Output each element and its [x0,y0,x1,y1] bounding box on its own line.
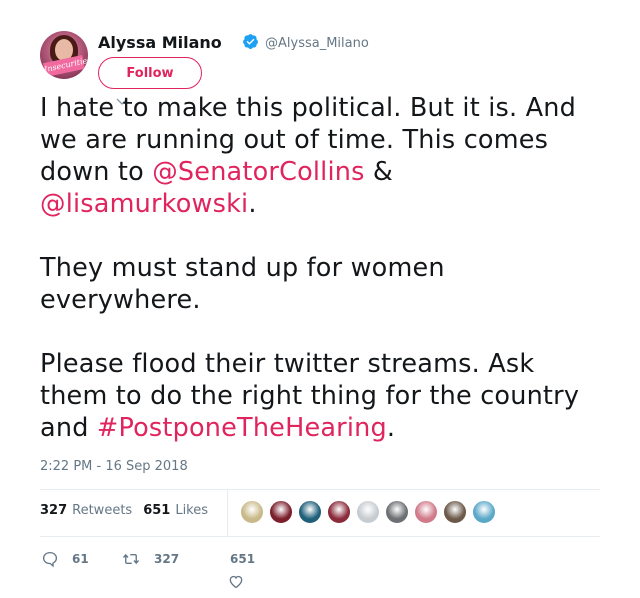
reply-action[interactable]: 61 [40,550,89,568]
mention-link[interactable]: @lisamurkowski [40,189,248,219]
retweet-count: 327 [154,552,180,566]
tweet-text-segment: They must stand up for women everywhere. [40,253,445,315]
tweet-paragraph: They must stand up for women everywhere. [40,252,610,316]
mention-link[interactable]: @SenatorCollins [152,157,364,187]
liker-avatar[interactable] [443,500,467,524]
liker-avatar[interactable] [385,500,409,524]
author-name[interactable]: Alyssa Milano [98,33,222,52]
tweet-timestamp[interactable]: 2:22 PM - 16 Sep 2018 [40,459,188,474]
tweet-card: Insecurities Alyssa Milano @Alyssa_Milan… [0,0,640,598]
avatar-badge: Insecurities [42,54,88,78]
author-avatar[interactable]: Insecurities [40,31,88,79]
reply-icon [42,551,58,568]
liker-avatar[interactable] [327,500,351,524]
stats-separator [227,490,228,536]
hashtag-link[interactable]: #PostponeTheHearing [97,413,387,443]
verified-badge-icon [243,34,258,49]
liker-avatar[interactable] [298,500,322,524]
follow-button[interactable]: Follow [98,57,202,89]
likes-count: 651 [143,503,171,518]
liker-avatar[interactable] [414,500,438,524]
liker-avatar[interactable] [472,500,496,524]
like-action[interactable]: 651 [230,550,255,568]
reply-count: 61 [72,552,89,566]
engagement-stats: 327 Retweets 651 Likes [40,503,219,518]
tweet-text-segment: . [386,413,396,443]
divider-bottom [40,536,600,537]
retweet-icon [122,553,140,565]
heart-icon[interactable] [228,574,244,589]
liker-avatars [240,500,501,524]
divider-top [40,489,600,490]
tweet-paragraph: I hate to make this political. But it is… [40,92,610,220]
tweet-text-segment: & [364,157,393,187]
retweets-label: Retweets [72,503,133,518]
retweet-action[interactable]: 327 [120,550,179,568]
author-handle[interactable]: @Alyssa_Milano [265,36,369,51]
likes-stat[interactable]: 651 Likes [143,503,208,518]
liker-avatar[interactable] [240,500,264,524]
tweet-text-segment: . [248,189,257,219]
retweets-stat[interactable]: 327 Retweets [40,503,132,518]
like-count: 651 [230,552,256,566]
tweet-paragraph: Please flood their twitter streams. Ask … [40,348,610,444]
likes-label: Likes [175,503,209,518]
retweets-count: 327 [40,503,68,518]
liker-avatar[interactable] [269,500,293,524]
liker-avatar[interactable] [356,500,380,524]
tweet-body: I hate to make this political. But it is… [40,92,610,444]
